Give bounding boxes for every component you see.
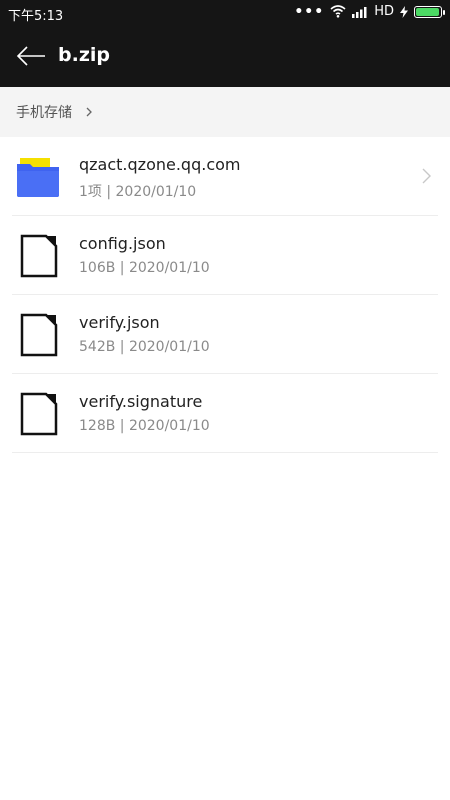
back-button[interactable] [16, 42, 48, 70]
wifi-icon [330, 5, 346, 18]
battery-icon [414, 5, 445, 18]
chevron-right-icon [86, 107, 92, 117]
file-icon [20, 392, 58, 436]
title-bar: b.zip [0, 25, 450, 87]
list-item-file[interactable]: verify.json 542B | 2020/01/10 [12, 295, 438, 374]
file-icon [20, 234, 58, 278]
chevron-right-icon [422, 168, 431, 184]
battery-level [416, 7, 440, 16]
item-meta: 542B | 2020/01/10 [79, 339, 210, 355]
item-meta: 128B | 2020/01/10 [79, 418, 210, 434]
item-name: qzact.qzone.qq.com [79, 155, 241, 174]
breadcrumb-item-storage[interactable]: 手机存储 [16, 102, 72, 122]
list-item-file[interactable]: verify.signature 128B | 2020/01/10 [12, 374, 438, 453]
charging-icon [400, 5, 408, 18]
status-time: 下午5:13 [8, 9, 64, 24]
list-item-file[interactable]: config.json 106B | 2020/01/10 [12, 216, 438, 295]
item-meta: 106B | 2020/01/10 [79, 260, 210, 276]
signal-icon [352, 6, 367, 18]
status-bar: 下午5:13 ••• HD [0, 0, 450, 25]
item-name: config.json [79, 234, 166, 253]
status-icons: ••• HD [294, 3, 445, 20]
back-arrow-icon [16, 46, 45, 66]
file-list: qzact.qzone.qq.com 1项 | 2020/01/10 confi… [0, 137, 450, 453]
breadcrumb: 手机存储 [0, 87, 450, 137]
page-title: b.zip [58, 44, 110, 66]
item-meta: 1项 | 2020/01/10 [79, 184, 197, 200]
file-icon [20, 313, 58, 357]
notification-dots: ••• [294, 3, 325, 20]
list-item-folder[interactable]: qzact.qzone.qq.com 1项 | 2020/01/10 [12, 137, 438, 216]
folder-icon [17, 158, 59, 197]
network-type-label: HD [374, 4, 394, 19]
item-name: verify.signature [79, 392, 203, 411]
item-name: verify.json [79, 313, 160, 332]
